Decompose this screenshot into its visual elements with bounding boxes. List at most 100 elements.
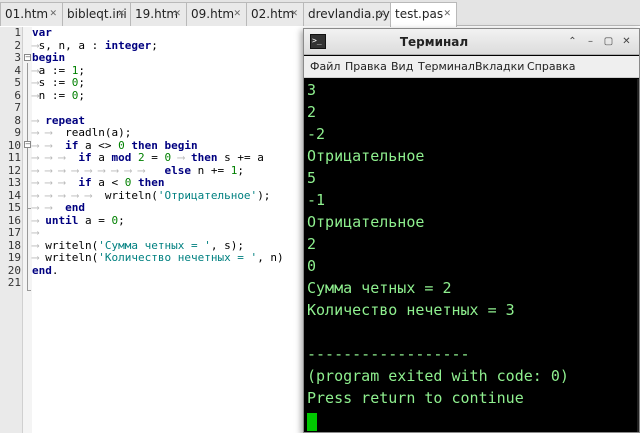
tab-test-pas[interactable]: test.pas ✕: [390, 2, 457, 27]
output-line: 2: [307, 103, 317, 121]
code-text: );: [257, 188, 271, 202]
terminal-cursor: [307, 413, 317, 431]
tab-drevlandia-py[interactable]: drevlandia.py ✕: [303, 2, 391, 26]
line-number: 10: [7, 138, 21, 152]
line-number: 13: [7, 176, 21, 189]
output-line: 2: [307, 235, 317, 253]
tab-arrow-icon: ⟶ ⟶: [32, 126, 66, 139]
output-line: 3: [307, 81, 317, 99]
line-number: 15: [7, 201, 21, 214]
tab-close-icon[interactable]: ✕: [49, 3, 57, 25]
code-text: n +=: [190, 163, 231, 177]
code-text: writeln(: [45, 238, 99, 252]
tab-arrow-icon: ⟶: [32, 251, 46, 264]
line-number: 18: [7, 238, 21, 252]
menu-terminal[interactable]: Терминал: [418, 56, 475, 78]
code-text: ;: [78, 63, 85, 77]
menu-help[interactable]: Справка: [527, 56, 575, 78]
line-number: 8: [14, 113, 21, 127]
chevron-up-icon[interactable]: ⌃: [566, 35, 579, 48]
code-text: ;: [78, 88, 85, 102]
menu-edit[interactable]: Правка: [345, 56, 387, 78]
terminal-scrollbar[interactable]: [637, 79, 639, 432]
keyword: begin: [32, 51, 66, 64]
tab-arrow-icon: ⟶: [32, 113, 46, 127]
fold-end-tick: [27, 208, 31, 209]
string-literal: 'Количество нечетных = ': [98, 251, 258, 264]
tab-label: 01.htm: [5, 7, 49, 21]
output-line: 0: [307, 257, 317, 275]
line-number: 17: [7, 226, 21, 239]
number-literal: 2: [137, 151, 145, 164]
line-number: 1: [14, 26, 21, 39]
line-number: 7: [14, 101, 21, 114]
line-number: 14: [7, 188, 21, 202]
code-text: writeln(: [45, 251, 99, 264]
output-line: 5: [307, 169, 317, 187]
fold-collapse-icon[interactable]: −: [24, 54, 31, 61]
tab-close-icon[interactable]: ✕: [233, 3, 241, 25]
tab-arrow-icon: ⟶: [32, 226, 39, 239]
tab-arrow-icon: ⟶ ⟶ ⟶: [32, 151, 79, 164]
code-text: , n): [257, 251, 284, 264]
output-line: Press return to continue: [307, 389, 524, 407]
keyword: then: [184, 151, 218, 164]
line-number: 4: [14, 63, 21, 77]
tab-09-htm[interactable]: 09.htm ✕: [186, 2, 247, 26]
menu-tabs[interactable]: Вкладки: [475, 56, 524, 78]
window-title: Терминал: [399, 35, 469, 49]
code-text: s += a: [217, 151, 264, 164]
maximize-icon[interactable]: ▢: [602, 35, 615, 48]
line-number: 20: [7, 263, 21, 277]
keyword: then begin: [124, 138, 198, 152]
keyword: if: [78, 151, 92, 164]
tab-01-htm[interactable]: 01.htm ✕: [0, 2, 63, 26]
number-literal: 0: [118, 138, 125, 152]
tab-02-htm[interactable]: 02.htm ✕: [246, 2, 304, 26]
tab-close-icon[interactable]: ✕: [290, 3, 298, 25]
tab-19-htm[interactable]: 19.htm ✕: [130, 2, 187, 26]
output-line: -2: [307, 125, 326, 143]
code-text: ;: [78, 76, 85, 89]
code-line-19: ⟶ writeln('Количество нечетных = ', n): [32, 251, 284, 265]
line-number: 19: [7, 251, 21, 264]
menu-view[interactable]: Вид: [391, 56, 413, 78]
tab-close-icon[interactable]: ✕: [443, 3, 451, 25]
terminal-titlebar[interactable]: >_ Терминал ⌃ – ▢ ✕: [304, 29, 639, 55]
line-number: 3: [14, 51, 21, 64]
code-text: a <>: [78, 138, 119, 152]
line-number: 16: [7, 213, 21, 227]
code-text: a :=: [38, 63, 72, 77]
tab-arrow-icon: ⟶: [171, 151, 185, 164]
close-icon[interactable]: ✕: [620, 35, 633, 48]
line-number: 11: [7, 151, 21, 164]
minimize-icon[interactable]: –: [584, 35, 597, 48]
fold-margin: − −: [23, 27, 32, 433]
tab-arrow-icon: ⟶: [32, 238, 46, 252]
terminal-output[interactable]: 3 2 -2 Отрицательное 5 -1 Отрицательное …: [304, 79, 639, 432]
tab-close-icon[interactable]: ✕: [173, 3, 181, 25]
tab-label: test.pas: [395, 7, 444, 21]
terminal-window[interactable]: >_ Терминал ⌃ – ▢ ✕ Файл Правка Вид Терм…: [303, 28, 640, 433]
tab-arrow-icon: ⟶ ⟶: [32, 138, 66, 152]
tab-arrow-icon: ⟶: [32, 38, 39, 52]
tab-close-icon[interactable]: ✕: [117, 3, 125, 25]
tab-label: 19.htm: [135, 7, 179, 21]
output-line: Количество нечетных = 3: [307, 301, 515, 319]
code-line-6: ⟶n := 0;: [32, 88, 85, 103]
output-line: (program exited with code: 0): [307, 367, 569, 385]
code-line-20: end.: [32, 263, 59, 278]
output-line: Отрицательное: [307, 213, 425, 231]
tab-bibleqt-ini[interactable]: bibleqt.ini ✕: [62, 2, 131, 26]
tab-close-icon[interactable]: ✕: [377, 3, 385, 25]
keyword: end: [32, 263, 52, 277]
tab-arrow-icon: ⟶ ⟶ ⟶ ⟶ ⟶ ⟶ ⟶ ⟶ ⟶: [32, 163, 165, 177]
menu-file[interactable]: Файл: [310, 56, 340, 78]
fold-guide: [27, 63, 28, 291]
line-number: 5: [14, 76, 21, 89]
tab-arrow-icon: ⟶: [32, 213, 46, 227]
code-text: ;: [118, 213, 125, 227]
tab-arrow-icon: ⟶: [32, 88, 39, 102]
keyword: if: [65, 138, 79, 152]
fold-collapse-icon[interactable]: −: [24, 141, 31, 148]
